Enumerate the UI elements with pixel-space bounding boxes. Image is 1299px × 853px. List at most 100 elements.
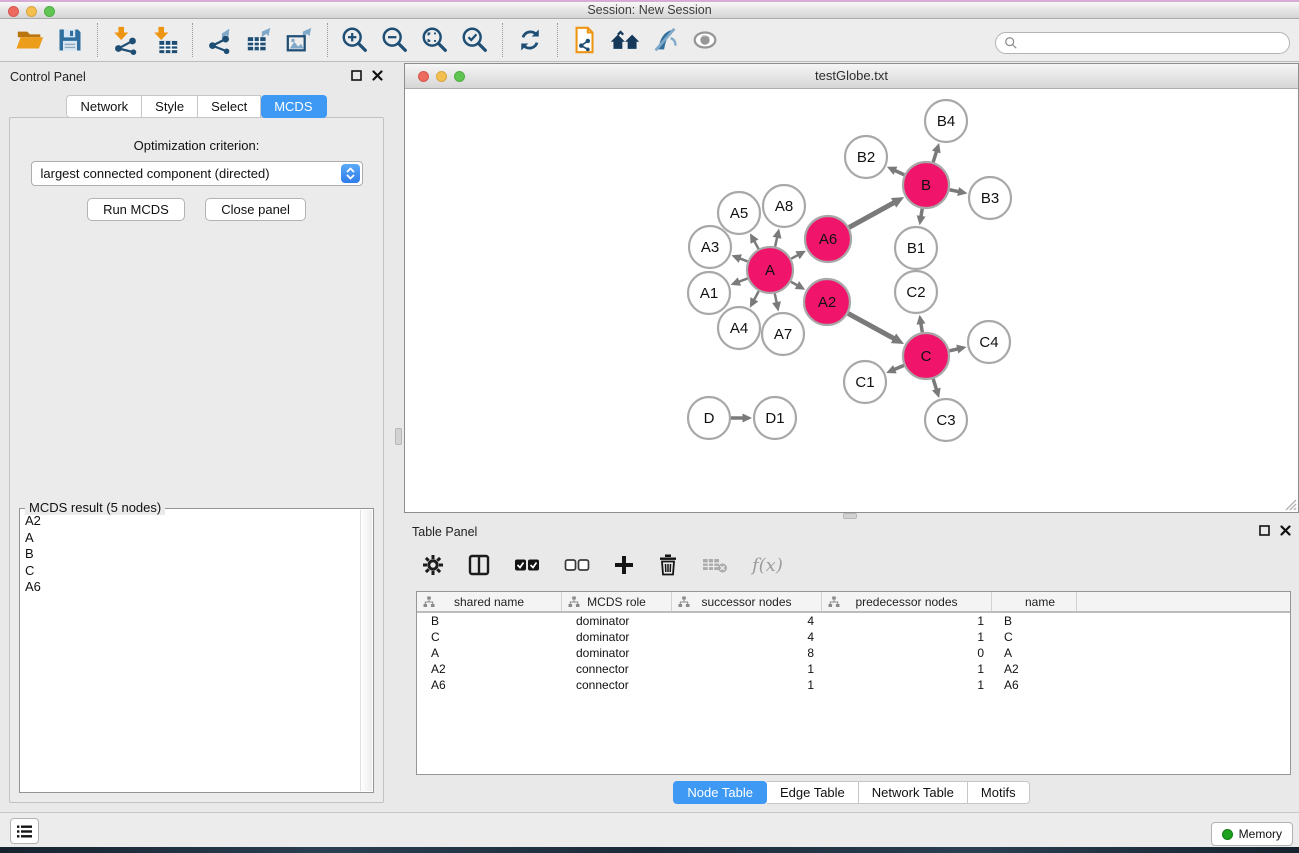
delete-column-button[interactable] (658, 554, 678, 576)
zoom-fit-button[interactable] (415, 22, 455, 58)
result-item[interactable]: A (21, 530, 359, 547)
table-cell[interactable]: 1 (672, 678, 822, 692)
tab-mcds[interactable]: MCDS (261, 95, 326, 118)
table-row[interactable]: A6connector11A6 (417, 677, 1290, 693)
table-cell[interactable]: connector (562, 678, 672, 692)
edge-arrowhead (772, 301, 781, 311)
zoom-selected-button[interactable] (455, 22, 495, 58)
table-cell[interactable]: connector (562, 662, 672, 676)
result-item[interactable]: A2 (21, 513, 359, 530)
table-cell[interactable]: A (992, 646, 1077, 660)
float-panel-icon[interactable] (1259, 525, 1270, 536)
table-row[interactable]: Adominator80A (417, 645, 1290, 661)
column-header-name[interactable]: name (992, 592, 1077, 611)
tab-edge-table[interactable]: Edge Table (767, 781, 859, 804)
close-panel-icon[interactable] (372, 70, 383, 81)
criterion-dropdown[interactable]: largest connected component (directed) (31, 161, 363, 186)
zoom-out-button[interactable] (375, 22, 415, 58)
export-network-button[interactable] (200, 22, 240, 58)
export-image-button[interactable] (280, 22, 320, 58)
table-cell[interactable]: dominator (562, 630, 672, 644)
first-neighbors-button[interactable] (605, 22, 645, 58)
table-cell[interactable]: 1 (822, 630, 992, 644)
table-cell[interactable]: A6 (992, 678, 1077, 692)
table-cell[interactable]: C (992, 630, 1077, 644)
table-cell[interactable]: A (417, 646, 562, 660)
table-row[interactable]: Cdominator41C (417, 629, 1290, 645)
table-cell[interactable]: A2 (992, 662, 1077, 676)
table-cell[interactable]: 8 (672, 646, 822, 660)
function-builder-button[interactable]: f(x) (752, 555, 783, 576)
resize-grip-icon[interactable] (1284, 498, 1297, 511)
table-cell[interactable]: 4 (672, 614, 822, 628)
open-session-button[interactable] (10, 22, 50, 58)
run-mcds-button[interactable]: Run MCDS (87, 198, 185, 221)
task-history-button[interactable] (10, 818, 39, 844)
table-cell[interactable]: B (992, 614, 1077, 628)
show-columns-button[interactable] (468, 554, 490, 576)
deselect-all-rows-button[interactable] (564, 558, 590, 572)
table-cell[interactable]: A6 (417, 678, 562, 692)
table-cell[interactable]: 1 (672, 662, 822, 676)
tab-network[interactable]: Network (66, 95, 142, 118)
zoom-in-button[interactable] (335, 22, 375, 58)
network-canvas[interactable]: A5A8A6A3AA1A2A4A7B4B2BB3B1C2C4CC1C3DD1 (405, 89, 1298, 512)
result-item[interactable]: A6 (21, 579, 359, 596)
minimize-window-button[interactable] (26, 6, 37, 17)
search-input[interactable] (1018, 36, 1289, 50)
float-panel-icon[interactable] (351, 70, 362, 81)
tab-motifs[interactable]: Motifs (968, 781, 1030, 804)
table-cell[interactable]: 4 (672, 630, 822, 644)
table-row[interactable]: A2connector11A2 (417, 661, 1290, 677)
tab-network-table[interactable]: Network Table (859, 781, 968, 804)
close-panel-icon[interactable] (1280, 525, 1291, 536)
tab-style[interactable]: Style (142, 95, 198, 118)
edge-arrowhead (743, 414, 753, 423)
table-cell[interactable]: 0 (822, 646, 992, 660)
export-table-button[interactable] (240, 22, 280, 58)
select-all-rows-button[interactable] (514, 558, 540, 572)
refresh-button[interactable] (510, 22, 550, 58)
network-snapshot-button[interactable] (565, 22, 605, 58)
column-header-predecessor-nodes[interactable]: predecessor nodes (822, 592, 992, 611)
graph-edge-A6-B[interactable] (849, 202, 895, 228)
table-row[interactable]: Bdominator41B (417, 613, 1290, 629)
import-network-icon (110, 25, 140, 55)
result-item[interactable]: C (21, 563, 359, 580)
delete-table-button[interactable] (702, 556, 728, 574)
close-panel-button[interactable]: Close panel (205, 198, 306, 221)
table-settings-button[interactable] (422, 554, 444, 576)
table-cell[interactable]: 1 (822, 662, 992, 676)
add-column-button[interactable] (614, 555, 634, 575)
show-details-button[interactable] (685, 22, 725, 58)
import-table-icon (150, 25, 180, 55)
table-cell[interactable]: C (417, 630, 562, 644)
table-cell[interactable]: dominator (562, 646, 672, 660)
table-cell[interactable]: B (417, 614, 562, 628)
splitter-handle-vertical[interactable] (395, 428, 402, 445)
tab-node-table[interactable]: Node Table (673, 781, 767, 804)
hide-graphics-details-button[interactable] (645, 22, 685, 58)
column-header-MCDS-role[interactable]: MCDS role (562, 592, 672, 611)
zoom-window-button[interactable] (44, 6, 55, 17)
table-cell[interactable]: 1 (822, 678, 992, 692)
table-cell[interactable]: dominator (562, 614, 672, 628)
result-scrollbar[interactable] (360, 510, 372, 791)
zoom-network-button[interactable] (454, 71, 465, 82)
save-session-button[interactable] (50, 22, 90, 58)
import-table-button[interactable] (145, 22, 185, 58)
search-field[interactable] (995, 32, 1290, 54)
network-window-titlebar[interactable]: testGlobe.txt (405, 64, 1298, 89)
close-window-button[interactable] (8, 6, 19, 17)
close-network-button[interactable] (418, 71, 429, 82)
result-item[interactable]: B (21, 546, 359, 563)
tab-select[interactable]: Select (198, 95, 261, 118)
memory-status-button[interactable]: Memory (1211, 822, 1293, 846)
column-header-shared-name[interactable]: shared name (417, 592, 562, 611)
graph-edge-A2-C[interactable] (848, 313, 895, 339)
column-header-successor-nodes[interactable]: successor nodes (672, 592, 822, 611)
table-cell[interactable]: 1 (822, 614, 992, 628)
table-cell[interactable]: A2 (417, 662, 562, 676)
import-network-button[interactable] (105, 22, 145, 58)
minimize-network-button[interactable] (436, 71, 447, 82)
